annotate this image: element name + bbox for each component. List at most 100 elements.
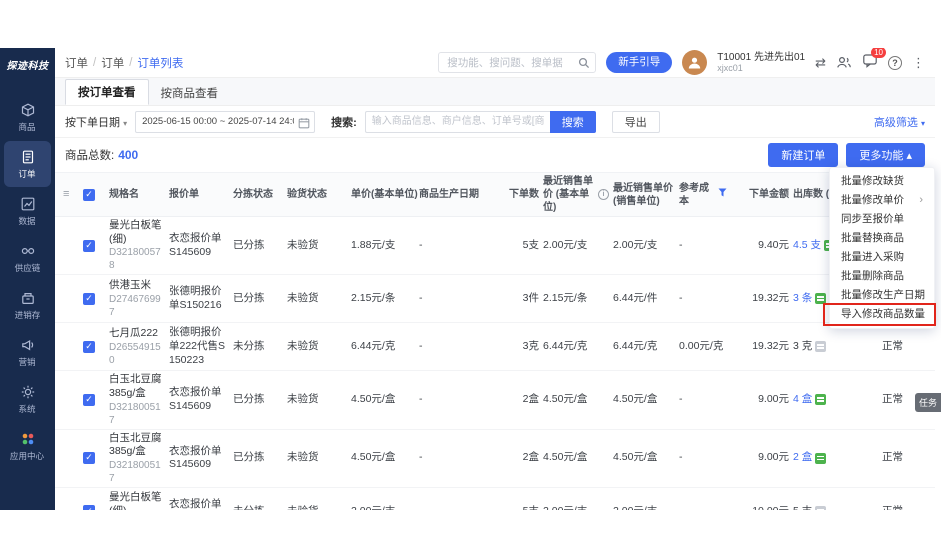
contacts-icon[interactable]	[836, 55, 852, 71]
row-handle	[61, 509, 81, 510]
export-button[interactable]: 导出	[612, 111, 660, 133]
product-name: 白玉北豆腐385g/盒	[109, 373, 165, 400]
more-options-icon[interactable]: ⋮	[912, 56, 925, 69]
tab-by-product[interactable]: 按商品查看	[149, 81, 231, 105]
table-row: 曼光白板笔(细)D3218005 衣恋报价单 S145609 未分拣 未验货 2…	[55, 488, 935, 510]
sidebar-item-supply-chain[interactable]: 供应链	[4, 235, 51, 281]
sidebar-item-goods[interactable]: 商品	[4, 94, 51, 140]
sidebar-item-marketing[interactable]: 营销	[4, 329, 51, 375]
sort-status-cell: 已分拣	[231, 290, 285, 308]
row-handle	[61, 398, 81, 402]
avatar[interactable]	[682, 50, 707, 75]
row-checkbox[interactable]	[83, 341, 95, 353]
quote-cell: 衣恋报价单 S145609	[167, 443, 231, 474]
header-spec-name: 规格名	[107, 173, 167, 216]
header-quote: 报价单	[167, 173, 231, 216]
menu-item-batch-replace[interactable]: 批量替换商品	[830, 229, 934, 248]
inventory-icon	[20, 290, 36, 306]
outbound-detail-icon[interactable]	[815, 341, 826, 352]
row-checkbox[interactable]	[83, 394, 95, 406]
megaphone-icon	[20, 337, 36, 353]
recent-price-base-cell: 2.00元/支	[541, 503, 611, 510]
guide-button[interactable]: 新手引导	[606, 52, 672, 73]
quote-cell: 衣恋报价单 S145609	[167, 230, 231, 261]
column-settings-icon[interactable]: ≡	[63, 187, 69, 201]
switch-mode-icon[interactable]: ⇄	[815, 56, 826, 69]
menu-item-batch-stockout[interactable]: 批量修改缺货	[830, 172, 934, 191]
recent-price-sale-cell: 2.00元/支	[611, 237, 677, 255]
header-sort-status: 分拣状态	[231, 173, 285, 216]
outbound-detail-icon[interactable]	[815, 453, 826, 464]
sidebar-item-system[interactable]: 系统	[4, 376, 51, 422]
order-amount-cell: 9.00元	[729, 449, 791, 467]
menu-item-sync-quote[interactable]: 同步至报价单	[830, 210, 934, 229]
outbound-qty-cell: 4 盒	[791, 391, 855, 409]
date-type-select[interactable]: 按下单日期 ▾	[65, 114, 127, 130]
quote-cell: 张德明报价单S150216	[167, 283, 231, 314]
row-select-cell	[81, 290, 107, 308]
prod-date-cell: -	[417, 290, 489, 308]
sidebar-item-label: 应用中心	[10, 449, 44, 461]
row-checkbox[interactable]	[83, 240, 95, 252]
filter-funnel-icon[interactable]	[718, 188, 727, 201]
calendar-icon[interactable]	[298, 116, 310, 134]
header-recent-price-sale: 最近销售单价 (销售单位)	[611, 173, 677, 216]
new-order-button[interactable]: 新建订单	[768, 143, 838, 167]
more-functions-button[interactable]: 更多功能 ▴	[846, 143, 925, 167]
header-order-amount: 下单金额	[729, 173, 791, 216]
outbound-detail-icon[interactable]	[815, 293, 826, 304]
outbound-detail-icon[interactable]	[815, 394, 826, 405]
search-button[interactable]: 搜索	[550, 111, 596, 133]
menu-item-batch-delete[interactable]: 批量删除商品	[830, 267, 934, 286]
sidebar-item-data[interactable]: 数据	[4, 188, 51, 234]
sidebar-item-app-center[interactable]: 应用中心	[4, 423, 51, 469]
table-row: 白玉北豆腐385g/盒D321800517 衣恋报价单 S145609 已分拣 …	[55, 430, 935, 488]
recent-price-sale-cell: 6.44元/克	[611, 338, 677, 356]
menu-item-import-modify-qty[interactable]: 导入修改商品数量	[830, 305, 934, 324]
unit-price-cell: 1.88元/支	[349, 237, 417, 255]
outbound-detail-icon[interactable]	[815, 506, 826, 510]
row-handle	[61, 456, 81, 460]
sidebar-item-label: 营销	[19, 355, 36, 367]
row-handle	[61, 345, 81, 349]
messages-icon[interactable]: 10	[862, 53, 878, 73]
help-icon[interactable]: ?	[888, 56, 902, 70]
search-label: 搜索:	[331, 114, 357, 130]
inspect-status-cell: 未验货	[285, 391, 349, 409]
global-search-input[interactable]	[438, 52, 596, 73]
recent-price-sale-cell: 6.44元/件	[611, 290, 677, 308]
sidebar: 探迹科技 商品 订单 数据 供应链 进销存	[0, 48, 55, 510]
recent-price-sale-cell: 4.50元/盒	[611, 391, 677, 409]
recent-price-base-cell: 2.00元/支	[541, 237, 611, 255]
header-ref-cost: 参考成本	[677, 173, 729, 216]
order-qty-cell: 5支	[489, 503, 541, 510]
recent-price-base-cell: 4.50元/盒	[541, 391, 611, 409]
user-info[interactable]: T10001 先进先出01 xjxc01	[717, 52, 805, 74]
search-icon[interactable]	[578, 56, 590, 74]
tab-by-order[interactable]: 按订单查看	[65, 79, 149, 105]
sidebar-item-label: 数据	[19, 214, 36, 226]
breadcrumb-orders-2[interactable]: 订单	[101, 55, 124, 71]
table-row: 供港玉米D274676997 张德明报价单S150216 已分拣 未验货 2.1…	[55, 275, 935, 323]
menu-item-batch-prod-date[interactable]: 批量修改生产日期	[830, 286, 934, 305]
date-range-input[interactable]	[135, 111, 315, 133]
spec-name-cell: 白玉北豆腐385g/盒D321800517	[107, 430, 167, 487]
quote-cell: 张德明报价单222代售S150223	[167, 324, 231, 369]
date-range-picker	[135, 111, 315, 133]
row-checkbox[interactable]	[83, 452, 95, 464]
header-inspect-status: 验货状态	[285, 173, 349, 216]
menu-item-batch-price[interactable]: 批量修改单价›	[830, 191, 934, 210]
select-all-checkbox[interactable]	[83, 189, 95, 201]
menu-item-batch-purchase[interactable]: 批量进入采购	[830, 248, 934, 267]
task-panel-tab[interactable]: 任务	[915, 393, 941, 412]
row-checkbox[interactable]	[83, 293, 95, 305]
sidebar-item-orders[interactable]: 订单	[4, 141, 51, 187]
breadcrumb-orders[interactable]: 订单	[65, 55, 88, 71]
advanced-filter-toggle[interactable]: 高级筛选 ▾	[874, 114, 925, 130]
unit-price-cell: 4.50元/盒	[349, 449, 417, 467]
info-icon[interactable]: i	[598, 189, 609, 200]
sidebar-item-inventory[interactable]: 进销存	[4, 282, 51, 328]
filter-search-input[interactable]	[365, 111, 550, 133]
breadcrumb-order-list: 订单列表	[137, 55, 183, 71]
row-checkbox[interactable]	[83, 505, 95, 510]
